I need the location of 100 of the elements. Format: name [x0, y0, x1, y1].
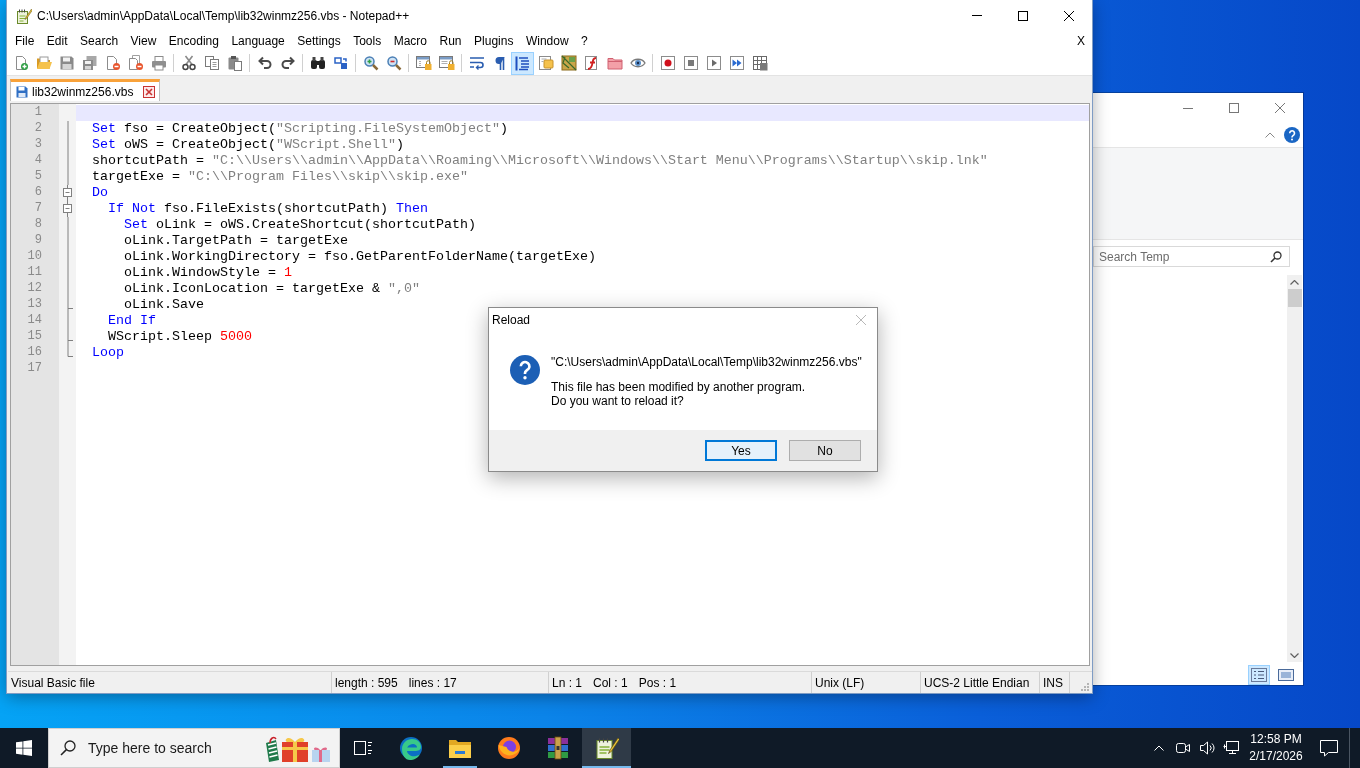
network-icon[interactable]	[1223, 740, 1239, 756]
cursor-line-label: Ln : 1	[552, 675, 583, 690]
zoom-in-icon[interactable]	[362, 55, 379, 71]
video-camera-icon[interactable]	[1175, 740, 1191, 756]
line-number: 6	[34, 185, 42, 199]
dialog-title: Reload	[492, 313, 532, 327]
code-line: End If	[108, 313, 156, 328]
close-file-icon[interactable]	[104, 55, 121, 71]
record-icon[interactable]	[659, 55, 676, 71]
notification-icon[interactable]	[1319, 739, 1339, 757]
dialog-button[interactable]: No	[789, 440, 861, 461]
line-number: 9	[34, 233, 42, 247]
line-number: 1	[34, 105, 42, 119]
line-number: 13	[27, 297, 42, 311]
line-ending-label: Unix (LF)	[815, 675, 865, 690]
window-lock-icon[interactable]	[415, 55, 432, 71]
close-document-button[interactable]: X	[1073, 32, 1089, 50]
paste-icon[interactable]	[226, 55, 243, 71]
code-line: WScript.Sleep 5000	[108, 329, 252, 344]
fold-collapse-icon[interactable]	[63, 201, 72, 217]
browser-icon[interactable]	[496, 736, 521, 760]
details-view-icon[interactable]	[1248, 665, 1270, 685]
resize-grip-icon	[1079, 681, 1089, 691]
play-icon[interactable]	[705, 55, 722, 71]
copy-icon[interactable]	[203, 55, 220, 71]
fold-collapse-icon[interactable]	[63, 185, 72, 201]
squares-arrow-icon[interactable]	[332, 55, 349, 71]
binoculars-icon[interactable]	[309, 55, 326, 71]
line-number: 15	[27, 329, 42, 343]
close-tab-icon[interactable]	[143, 85, 156, 98]
start-icon[interactable]	[16, 740, 32, 756]
line-number: 4	[34, 153, 42, 167]
code-line: oLink.Save	[124, 297, 204, 312]
code-line: Set oWS = CreateObject("WScript.Shell")	[92, 137, 404, 152]
code-line: oLink.WorkingDirectory = fso.GetParentFolderName(targetExe)	[124, 249, 596, 264]
code-line: Loop	[92, 345, 124, 360]
dialog-message: Do you want to reload it?	[551, 394, 685, 408]
close-all-icon[interactable]	[127, 55, 144, 71]
file-path: "C:\Users\admin\AppData\Local\Temp\lib32winmz256.vbs"	[551, 355, 862, 369]
map-icon[interactable]	[560, 55, 577, 71]
menu-item[interactable]: ?	[575, 32, 595, 50]
scroll-down-icon[interactable]	[1290, 653, 1299, 658]
minimize-icon[interactable]	[1183, 107, 1193, 109]
zoom-out-icon[interactable]	[385, 55, 402, 71]
scroll-thumb[interactable]	[1287, 289, 1302, 307]
clock-time: 12:58 PM	[1250, 731, 1302, 748]
notepad-pencil-icon[interactable]	[582, 728, 631, 768]
search-icon	[1270, 251, 1282, 263]
code-line: oLink.IconLocation = targetExe & ",0"	[124, 281, 420, 296]
scroll-up-icon[interactable]	[1290, 280, 1299, 285]
menu-item[interactable]: Edit	[40, 32, 75, 50]
stop-icon[interactable]	[682, 55, 699, 71]
code-line: oLink.TargetPath = targetExe	[124, 233, 348, 248]
clock-date: 2/17/2026	[1249, 748, 1303, 765]
dialog-button[interactable]: Yes	[705, 440, 777, 461]
menu-item[interactable]: Language	[225, 32, 292, 50]
redo-icon[interactable]	[279, 55, 296, 71]
task-view-icon[interactable]	[353, 740, 373, 756]
line-number: 12	[27, 281, 42, 295]
indent-lines-icon[interactable]	[511, 51, 534, 75]
menu-item[interactable]: Tools	[347, 32, 388, 50]
code-line: oLink.WindowStyle = 1	[124, 265, 292, 280]
browser-icon[interactable]	[398, 736, 423, 760]
large-icons-view-icon[interactable]	[1278, 669, 1294, 681]
fast-forward-icon[interactable]	[728, 55, 745, 71]
maximize-icon[interactable]	[1018, 10, 1028, 21]
menu-item[interactable]: File	[9, 32, 41, 50]
menu-item[interactable]: Window	[519, 32, 576, 50]
archive-icon[interactable]	[545, 736, 570, 760]
search-field[interactable]: Type here to search	[48, 728, 340, 768]
undo-icon[interactable]	[256, 55, 273, 71]
cursor-column-label: Col : 1	[593, 675, 628, 690]
window-lock-icon[interactable]	[438, 55, 455, 71]
line-number: 5	[34, 169, 42, 183]
line-number: 7	[34, 201, 42, 215]
file-tab[interactable]: lib32winmz256.vbs	[10, 79, 161, 101]
save-all-icon[interactable]	[81, 55, 98, 71]
scissors-icon[interactable]	[180, 55, 197, 71]
menu-item[interactable]: Run	[433, 32, 469, 50]
menu-item[interactable]: Plugins	[468, 32, 520, 50]
length-label: length : 595	[335, 675, 398, 690]
menu-item[interactable]: Search	[74, 32, 125, 50]
line-number: 3	[34, 137, 42, 151]
save-icon[interactable]	[58, 55, 75, 71]
menu-item[interactable]: Macro	[387, 32, 434, 50]
grid-icon[interactable]	[751, 55, 768, 71]
search-field[interactable]: Search Temp	[1093, 246, 1290, 267]
menu-item[interactable]: Settings	[291, 32, 348, 50]
help-icon[interactable]	[1284, 127, 1300, 143]
menu-item[interactable]: View	[124, 32, 163, 50]
speaker-icon[interactable]	[1199, 740, 1215, 756]
menu-item[interactable]: Encoding	[162, 32, 226, 50]
close-icon[interactable]	[1064, 10, 1074, 21]
line-count-label: lines : 17	[408, 675, 457, 690]
code-line: Do	[92, 185, 108, 200]
line-number: 14	[27, 313, 42, 327]
document-function-icon[interactable]	[583, 55, 600, 71]
word-wrap-icon[interactable]	[468, 55, 485, 71]
printer-icon[interactable]	[150, 55, 167, 71]
document-note-icon[interactable]	[537, 55, 554, 71]
